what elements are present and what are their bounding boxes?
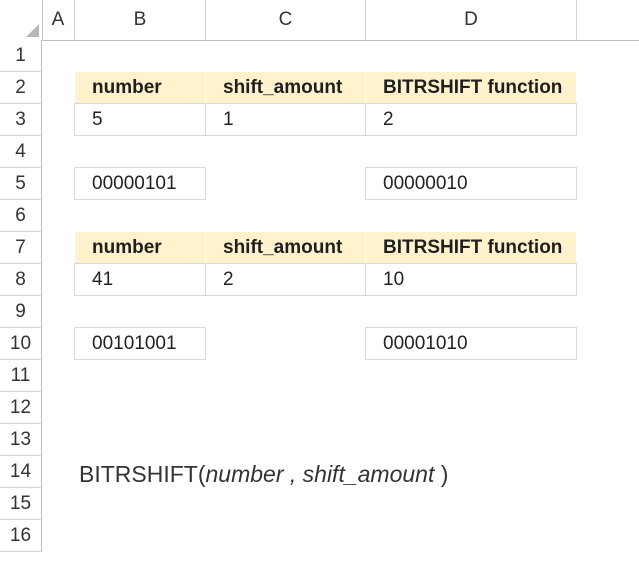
- cell-d7-header[interactable]: BITRSHIFT function: [366, 232, 577, 264]
- syntax-separator: ,: [283, 461, 303, 487]
- row-header-12[interactable]: 12: [0, 392, 42, 424]
- row-header-16[interactable]: 16: [0, 520, 42, 552]
- cell-c8[interactable]: 2: [205, 263, 366, 296]
- row-header-6[interactable]: 6: [0, 200, 42, 232]
- column-header-bar: A B C D: [0, 0, 639, 41]
- row-header-11[interactable]: 11: [0, 360, 42, 392]
- cell-d3[interactable]: 2: [365, 103, 577, 136]
- row-header-14[interactable]: 14: [0, 456, 42, 488]
- row-header-10[interactable]: 10: [0, 328, 42, 360]
- cell-b3[interactable]: 5: [74, 103, 206, 136]
- column-header-b[interactable]: B: [75, 0, 206, 40]
- row-header-2[interactable]: 2: [0, 72, 42, 104]
- cell-b2-header[interactable]: number: [75, 72, 206, 104]
- syntax-close-paren: ): [434, 461, 449, 487]
- cell-d5-binary-result[interactable]: 00000010: [365, 167, 577, 200]
- row-header-3[interactable]: 3: [0, 104, 42, 136]
- select-all-button[interactable]: [0, 0, 43, 40]
- select-all-triangle-icon: [26, 24, 39, 37]
- row-header-7[interactable]: 7: [0, 232, 42, 264]
- cell-b7-header[interactable]: number: [75, 232, 206, 264]
- cell-d8[interactable]: 10: [365, 263, 577, 296]
- column-header-a[interactable]: A: [42, 0, 75, 40]
- row-header-1[interactable]: 1: [0, 40, 42, 72]
- row-header-5[interactable]: 5: [0, 168, 42, 200]
- cell-d2-header[interactable]: BITRSHIFT function: [366, 72, 577, 104]
- cell-b10-binary-number[interactable]: 00101001: [74, 327, 206, 360]
- row-header-8[interactable]: 8: [0, 264, 42, 296]
- cell-c3[interactable]: 1: [205, 103, 366, 136]
- spreadsheet: A B C D 1 2 3 4 5 6 7 8 9 10 11 12 13 14…: [0, 0, 639, 567]
- cell-c2-header[interactable]: shift_amount: [206, 72, 366, 104]
- row-header-13[interactable]: 13: [0, 424, 42, 456]
- syntax-arg-shift-amount: shift_amount: [302, 461, 435, 487]
- column-header-c[interactable]: C: [206, 0, 366, 40]
- cell-d10-binary-result[interactable]: 00001010: [365, 327, 577, 360]
- cell-b8[interactable]: 41: [74, 263, 206, 296]
- cell-b5-binary-number[interactable]: 00000101: [74, 167, 206, 200]
- function-syntax: BITRSHIFT(number , shift_amount ): [79, 457, 448, 491]
- row-header-9[interactable]: 9: [0, 296, 42, 328]
- cell-c7-header[interactable]: shift_amount: [206, 232, 366, 264]
- column-header-d[interactable]: D: [366, 0, 577, 40]
- syntax-arg-number: number: [205, 461, 284, 487]
- syntax-function-name: BITRSHIFT(: [79, 461, 206, 487]
- row-header-15[interactable]: 15: [0, 488, 42, 520]
- row-header-4[interactable]: 4: [0, 136, 42, 168]
